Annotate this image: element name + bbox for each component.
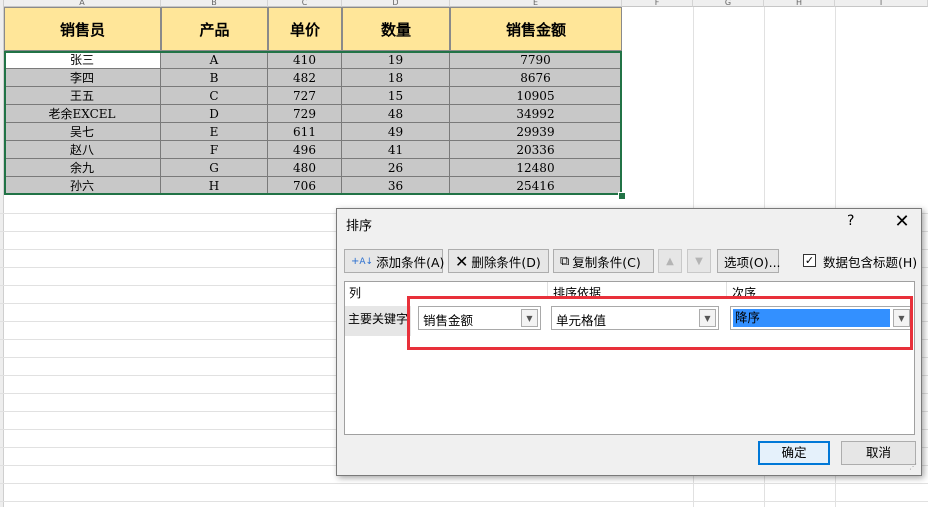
sort-on-select-value: 单元格值: [556, 313, 607, 328]
headers-checkbox[interactable]: ✓: [803, 254, 816, 267]
cell-sales-amount[interactable]: 20336: [450, 141, 622, 159]
options-label: 选项(O)...: [724, 254, 781, 270]
sort-by-label: 主要关键字: [345, 306, 411, 336]
copy-icon: ⧉: [560, 253, 570, 269]
cell-salesperson[interactable]: 王五: [4, 87, 161, 105]
order-header-label: 次序: [732, 286, 757, 300]
copy-level-label: 复制条件(C): [572, 254, 641, 270]
column-header-c[interactable]: C: [268, 0, 342, 7]
delete-level-label: 删除条件(D): [471, 254, 541, 270]
move-up-button[interactable]: ▲: [658, 249, 682, 273]
delete-level-button[interactable]: ✕ 删除条件(D): [448, 249, 549, 273]
cell-product[interactable]: D: [161, 105, 268, 123]
ok-button[interactable]: 确定: [758, 441, 830, 465]
divider: [547, 282, 548, 299]
cell-sales-amount[interactable]: 12480: [450, 159, 622, 177]
cell-unit-price[interactable]: 706: [268, 177, 342, 195]
cell-quantity[interactable]: 18: [342, 69, 450, 87]
cell-salesperson[interactable]: 赵八: [4, 141, 161, 159]
move-down-button[interactable]: ▼: [687, 249, 711, 273]
cell-quantity[interactable]: 36: [342, 177, 450, 195]
add-level-label: 添加条件(A): [376, 254, 445, 270]
column-select-value: 销售金额: [423, 313, 474, 328]
cell-sales-amount[interactable]: 10905: [450, 87, 622, 105]
header-salesperson[interactable]: 销售员: [4, 7, 161, 51]
cell-unit-price[interactable]: 482: [268, 69, 342, 87]
divider: [726, 282, 727, 299]
cell-unit-price[interactable]: 727: [268, 87, 342, 105]
header-unit-price[interactable]: 单价: [268, 7, 342, 51]
cell-product[interactable]: E: [161, 123, 268, 141]
cell-salesperson[interactable]: 孙六: [4, 177, 161, 195]
chevron-down-icon[interactable]: ▼: [893, 309, 910, 327]
cell-quantity[interactable]: 41: [342, 141, 450, 159]
header-quantity[interactable]: 数量: [342, 7, 450, 51]
cell-quantity[interactable]: 26: [342, 159, 450, 177]
copy-level-button[interactable]: ⧉ 复制条件(C): [553, 249, 654, 273]
cell-product[interactable]: C: [161, 87, 268, 105]
add-level-button[interactable]: +A↓ 添加条件(A): [344, 249, 445, 273]
help-button[interactable]: ?: [847, 213, 854, 229]
cell-salesperson[interactable]: 李四: [4, 69, 161, 87]
sort-dialog: 排序 ? ✕ +A↓ 添加条件(A) ✕ 删除条件(D) ⧉ 复制条件(C) ▲…: [336, 208, 922, 476]
column-header-g[interactable]: G: [693, 0, 764, 7]
column-select[interactable]: 销售金额 ▼: [418, 306, 541, 330]
sort-on-select[interactable]: 单元格值 ▼: [551, 306, 719, 330]
header-sales-amount[interactable]: 销售金额: [450, 7, 622, 51]
cell-quantity[interactable]: 19: [342, 51, 450, 69]
headers-checkbox-label[interactable]: 数据包含标题(H): [823, 252, 917, 271]
cell-quantity[interactable]: 49: [342, 123, 450, 141]
cell-unit-price[interactable]: 729: [268, 105, 342, 123]
chevron-down-icon[interactable]: ▼: [521, 309, 538, 327]
cell-product[interactable]: G: [161, 159, 268, 177]
cell-sales-amount[interactable]: 34992: [450, 105, 622, 123]
column-header-f[interactable]: F: [622, 0, 693, 7]
fill-handle[interactable]: [618, 192, 626, 200]
column-header-b[interactable]: B: [161, 0, 268, 7]
dialog-title: 排序: [346, 219, 373, 234]
cell-sales-amount[interactable]: 8676: [450, 69, 622, 87]
cell-product[interactable]: A: [161, 51, 268, 69]
cell-sales-amount[interactable]: 7790: [450, 51, 622, 69]
order-select[interactable]: 降序 ▼: [730, 306, 913, 330]
sort-levels-panel: 列 排序依据 次序 主要关键字 销售金额 ▼ 单元格值 ▼ 降序 ▼: [344, 281, 915, 435]
cell-sales-amount[interactable]: 29939: [450, 123, 622, 141]
column-header-a[interactable]: A: [4, 0, 161, 7]
column-header-label: 列: [349, 286, 362, 300]
cell-product[interactable]: B: [161, 69, 268, 87]
cancel-button[interactable]: 取消: [841, 441, 916, 465]
sort-on-header-label: 排序依据: [553, 286, 602, 300]
cell-unit-price[interactable]: 480: [268, 159, 342, 177]
cell-unit-price[interactable]: 410: [268, 51, 342, 69]
close-button[interactable]: ✕: [889, 211, 915, 233]
add-level-icon: +A↓: [351, 255, 374, 267]
gridline: [0, 483, 928, 484]
cell-unit-price[interactable]: 496: [268, 141, 342, 159]
column-header-i[interactable]: I: [835, 0, 928, 7]
column-header-e[interactable]: E: [450, 0, 622, 7]
delete-icon: ✕: [455, 251, 469, 271]
cell-quantity[interactable]: 48: [342, 105, 450, 123]
cell-product[interactable]: F: [161, 141, 268, 159]
cell-sales-amount[interactable]: 25416: [450, 177, 622, 195]
arrow-up-icon: ▲: [666, 255, 674, 267]
order-select-value: 降序: [733, 309, 890, 327]
column-header-h[interactable]: H: [764, 0, 835, 7]
cell-quantity[interactable]: 15: [342, 87, 450, 105]
cell-salesperson[interactable]: 张三: [4, 51, 161, 69]
resize-grip-icon[interactable]: ⋰: [909, 463, 919, 473]
cell-salesperson[interactable]: 老余EXCEL: [4, 105, 161, 123]
chevron-down-icon[interactable]: ▼: [699, 309, 716, 327]
cell-unit-price[interactable]: 611: [268, 123, 342, 141]
gridline: [0, 501, 928, 502]
header-product[interactable]: 产品: [161, 7, 268, 51]
cell-product[interactable]: H: [161, 177, 268, 195]
column-header-d[interactable]: D: [342, 0, 450, 7]
options-button[interactable]: 选项(O)...: [717, 249, 781, 273]
arrow-down-icon: ▼: [695, 255, 703, 267]
cell-salesperson[interactable]: 余九: [4, 159, 161, 177]
cell-salesperson[interactable]: 吴七: [4, 123, 161, 141]
